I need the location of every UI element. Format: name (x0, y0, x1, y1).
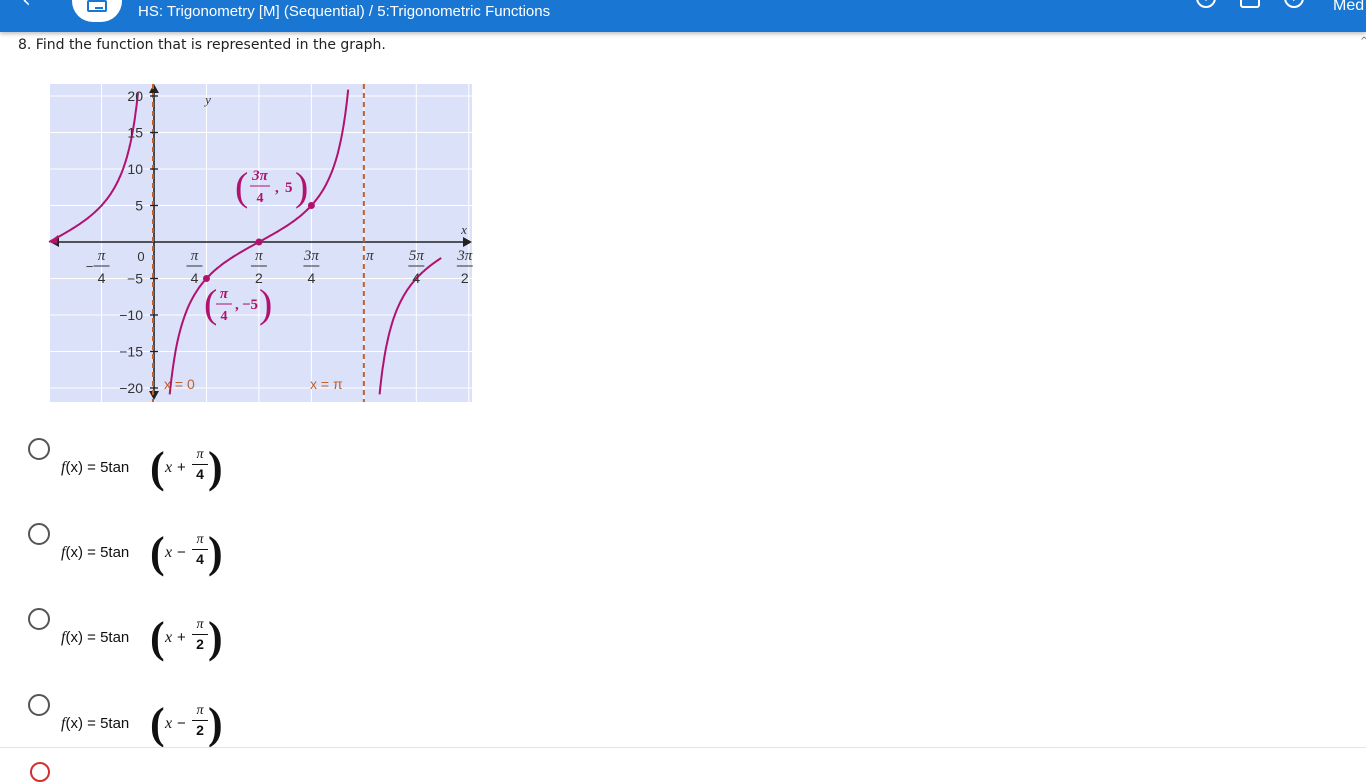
bottom-divider (0, 747, 1366, 748)
next-radio-peek[interactable] (30, 762, 50, 782)
option-formula: f(x) = 5tan(x + π 4) (61, 443, 223, 492)
origin-label: 0 (137, 249, 144, 264)
label-high-val: 5 (285, 180, 293, 196)
x-tick-sign: − (86, 259, 94, 274)
svg-text:): ) (295, 164, 308, 209)
svg-text:(: ( (204, 281, 217, 326)
y-tick-label: −10 (119, 307, 143, 323)
svg-text:): ) (259, 281, 272, 326)
y-tick-label: 10 (127, 161, 143, 177)
x-tick-num: 3π (303, 248, 320, 264)
label-low-num: π (220, 286, 229, 302)
help-icon[interactable]: ? (1284, 0, 1304, 8)
x-tick-num: 3π (456, 248, 473, 264)
svg-text:,: , (275, 180, 279, 196)
x-tick-den: 4 (307, 270, 315, 286)
asymptote-label-0: x = 0 (164, 376, 195, 392)
answer-option-1[interactable]: f(x) = 5tan(x + π 4) (28, 438, 628, 498)
radio-button[interactable] (28, 608, 50, 630)
x-tick-num: π (255, 248, 263, 264)
answer-option-2[interactable]: f(x) = 5tan(x − π 4) (28, 523, 628, 583)
asymptote-label-pi: x = π (310, 376, 343, 392)
y-tick-label: −5 (127, 271, 143, 287)
option-formula: f(x) = 5tan(x − π 4) (61, 528, 223, 577)
header-menu-label[interactable]: Med (1333, 0, 1364, 15)
back-arrow-icon[interactable]: ‹ (22, 0, 46, 14)
x-tick-num: π (191, 248, 199, 264)
label-low-val: −5 (242, 297, 258, 313)
radio-button[interactable] (28, 523, 50, 545)
x-tick-den: 4 (191, 270, 199, 286)
app-logo-icon[interactable] (72, 0, 122, 22)
x-tick-num: π (366, 248, 374, 264)
graph-point (307, 202, 315, 209)
x-tick-den: 2 (461, 270, 469, 286)
graph-point (255, 238, 263, 246)
top-app-bar: ‹ HS: Trigonometry [M] (Sequential) / 5:… (0, 0, 1366, 32)
y-tick-label: 5 (135, 198, 143, 214)
megaphone-icon[interactable] (1240, 0, 1260, 8)
x-tick-num: 5π (409, 248, 425, 264)
x-tick-den: 4 (98, 270, 106, 286)
scroll-up-icon[interactable]: ^ (1360, 36, 1366, 47)
svg-text:,: , (235, 297, 239, 313)
y-tick-label: 15 (127, 125, 143, 141)
info-icon[interactable]: i (1196, 0, 1216, 8)
tangent-graph: 2015105−5−10−15−20−π2−π4π4π23π4π5π43π2 (… (48, 84, 473, 402)
svg-text:(: ( (235, 164, 248, 209)
y-axis-label: y (203, 92, 211, 107)
y-tick-label: −15 (119, 344, 143, 360)
label-high-den: 4 (257, 191, 264, 206)
y-tick-label: −20 (119, 380, 143, 396)
option-formula: f(x) = 5tan(x + π 2) (61, 613, 223, 662)
option-formula: f(x) = 5tan(x − π 2) (61, 699, 223, 748)
label-high-num: 3π (251, 168, 269, 184)
radio-button[interactable] (28, 694, 50, 716)
x-tick-num: π (98, 248, 106, 264)
label-low-den: 4 (221, 309, 228, 324)
radio-button[interactable] (28, 438, 50, 460)
y-tick-label: 20 (127, 88, 143, 104)
x-axis-label: x (460, 222, 467, 237)
x-tick-den: 4 (412, 270, 420, 286)
breadcrumb: HS: Trigonometry [M] (Sequential) / 5:Tr… (138, 3, 551, 20)
answer-option-4[interactable]: f(x) = 5tan(x − π 2) (28, 694, 628, 754)
answer-option-3[interactable]: f(x) = 5tan(x + π 2) (28, 608, 628, 668)
question-text: 8. Find the function that is represented… (18, 37, 386, 53)
